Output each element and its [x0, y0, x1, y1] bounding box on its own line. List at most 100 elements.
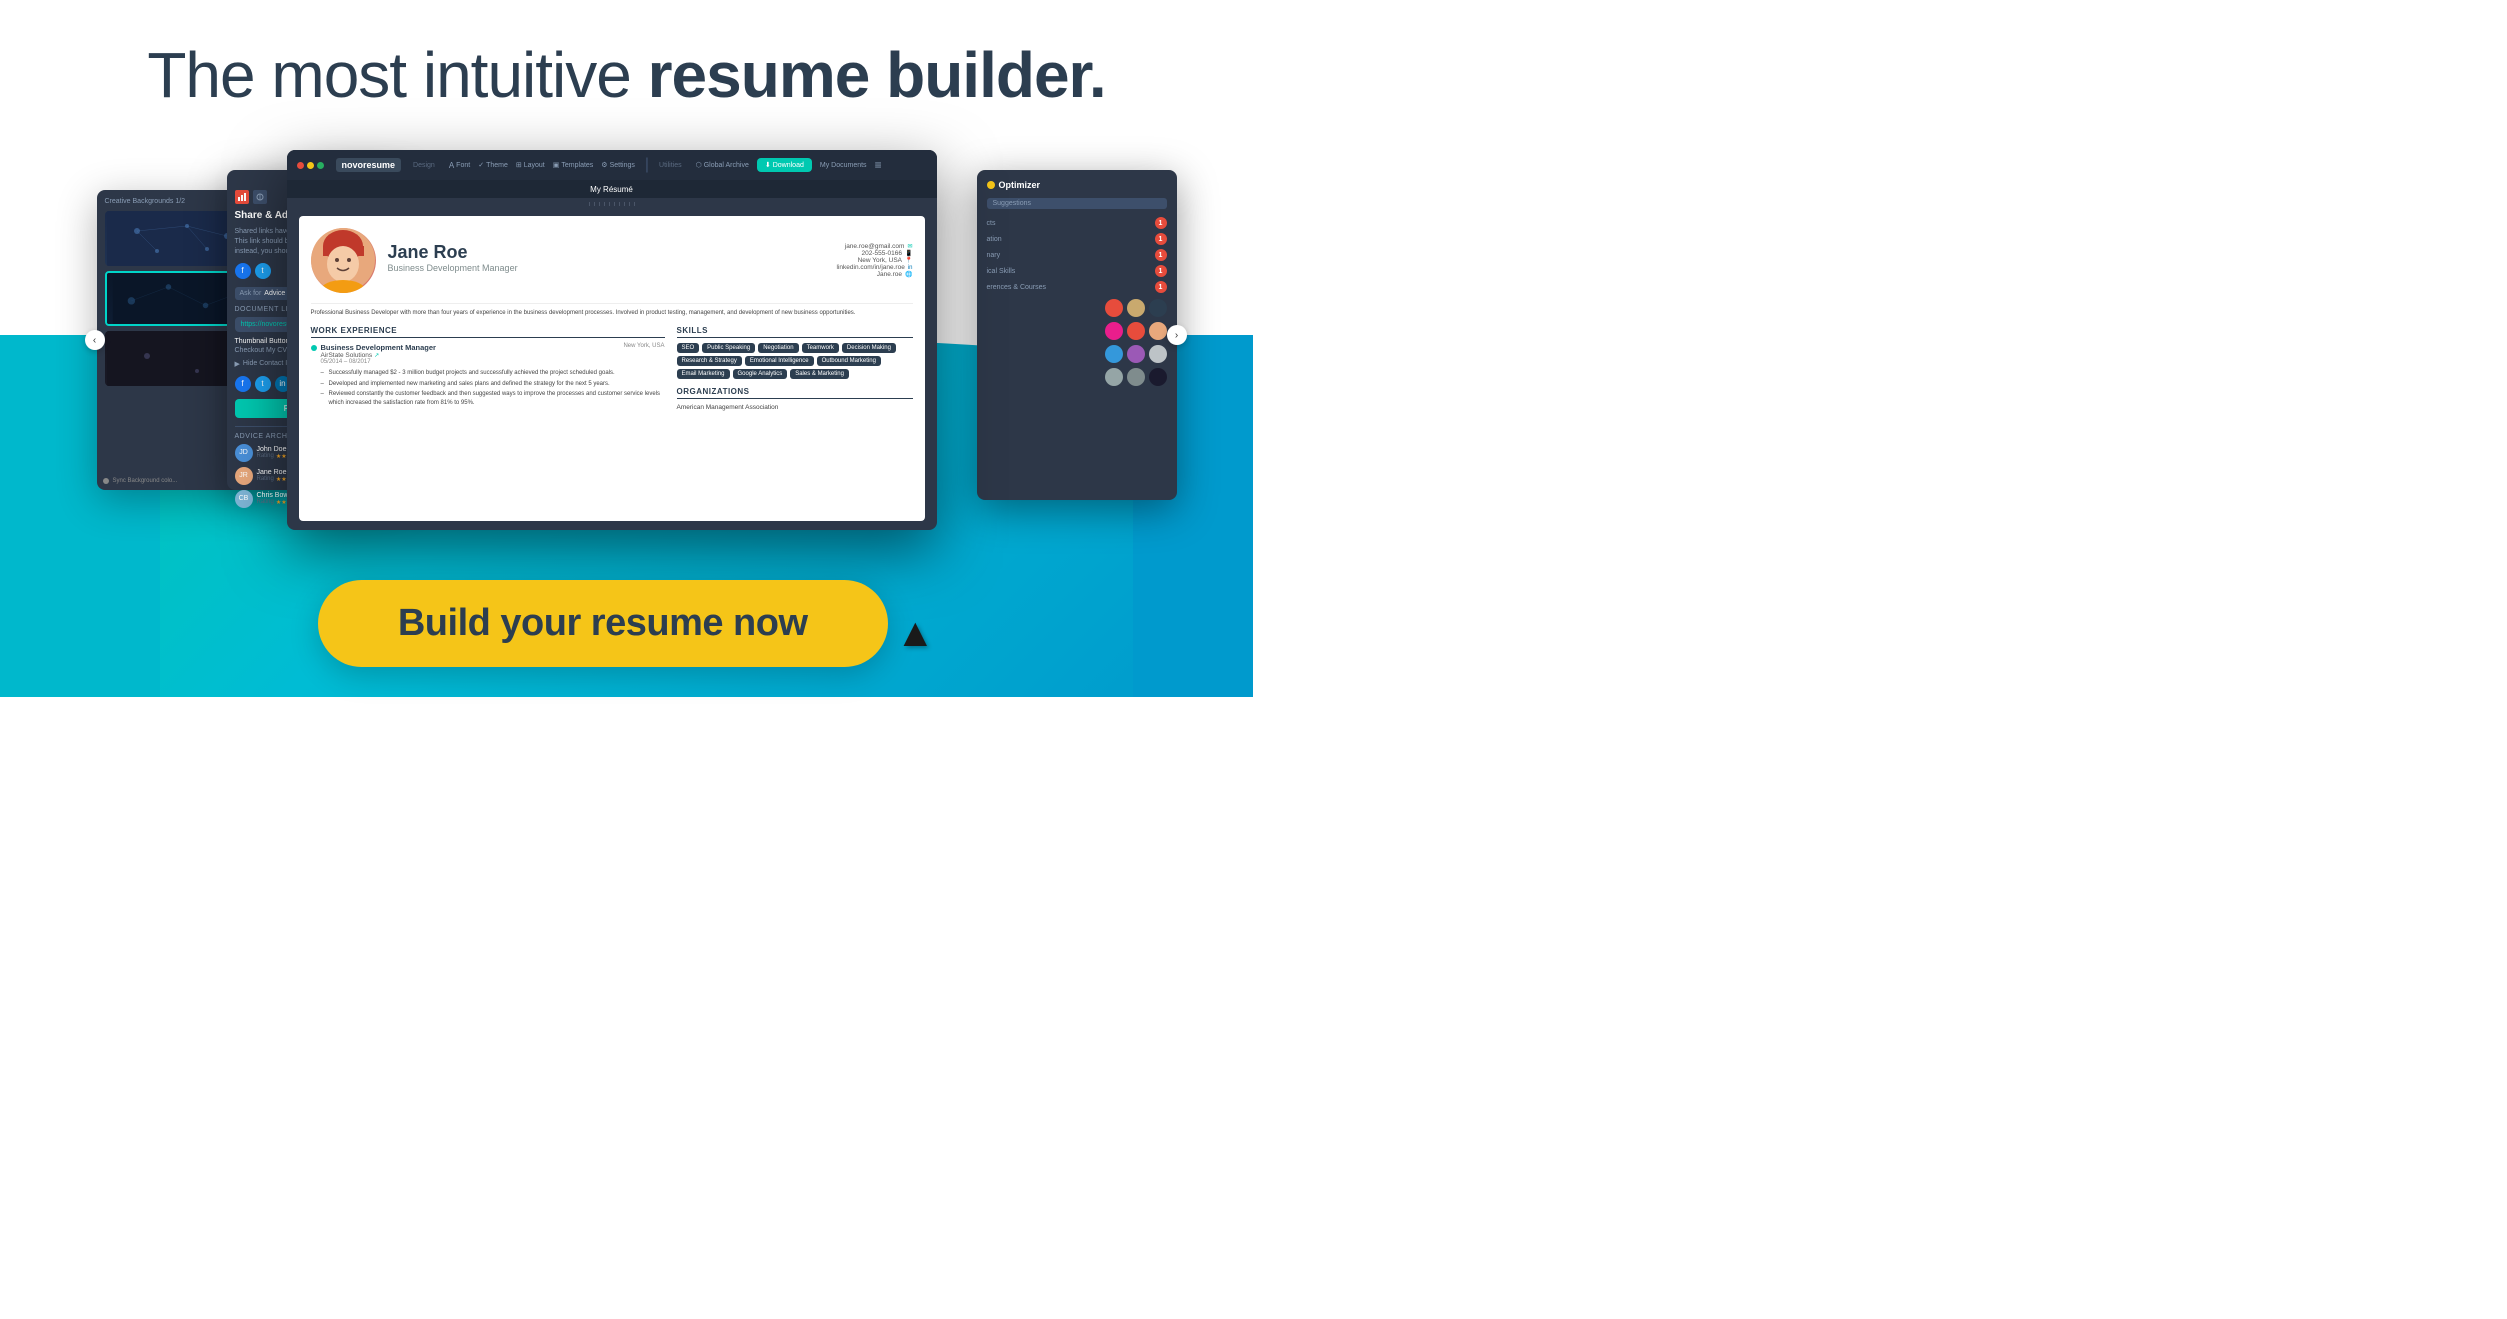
- main-resume-panel: novoresume Design A Font ✓ Theme ⊞ Layou…: [287, 150, 937, 530]
- download-btn[interactable]: ⬇ Download: [757, 158, 812, 172]
- color-dot-black[interactable]: [1149, 368, 1167, 386]
- color-dot-pink[interactable]: [1105, 322, 1123, 340]
- skill-teamwork: Teamwork: [802, 343, 839, 353]
- opt-section-cts: cts 1: [987, 217, 1167, 229]
- window-close-dot[interactable]: [297, 162, 304, 169]
- work-experience-title: WORK EXPERIENCE: [311, 326, 665, 338]
- opt-section-references: erences & Courses 1: [987, 281, 1167, 293]
- advisor-2-avatar: JR: [235, 467, 253, 485]
- resume-linkedin: linkedin.com/in/jane.roe in: [837, 264, 913, 271]
- optimize-icon: [253, 190, 267, 204]
- resume-name: Jane Roe: [388, 242, 825, 263]
- toolbar-design-label: Design: [413, 162, 435, 169]
- facebook-share-icon[interactable]: f: [235, 263, 251, 279]
- resume-avatar: [311, 228, 376, 293]
- toolbar-templates-btn[interactable]: ▣ Templates: [553, 161, 594, 170]
- skills-title: SKILLS: [677, 326, 913, 338]
- advisor-1-avatar: JD: [235, 444, 253, 462]
- toolbar-font-btn[interactable]: A Font: [449, 161, 470, 170]
- job-entry: Business Development Manager AirState So…: [311, 343, 665, 409]
- optimizer-sections: cts 1 ation 1 nary 1 ical Skills 1 erenc…: [987, 217, 1167, 293]
- skill-research-strategy: Research & Strategy: [677, 356, 742, 366]
- skill-negotiation: Negotiation: [758, 343, 798, 353]
- color-palette: [987, 299, 1167, 386]
- optimizer-panel: Optimizer Suggestions cts 1 ation 1 nary…: [977, 170, 1177, 500]
- work-exp-dot: [311, 345, 317, 351]
- my-documents-btn[interactable]: My Documents: [820, 162, 867, 169]
- cta-section: Build your resume now ▲: [318, 530, 935, 697]
- optimizer-title: Optimizer: [987, 180, 1167, 190]
- color-dot-dark-gray[interactable]: [1127, 368, 1145, 386]
- fb-mini-icon: f: [235, 376, 251, 392]
- toolbar-utilities-label: Utilities: [659, 162, 682, 169]
- organizations-title: ORGANIZATIONS: [677, 387, 913, 399]
- resume-location: New York, USA 📍: [837, 257, 913, 264]
- resume-name-block: Jane Roe Business Development Manager: [388, 242, 825, 279]
- resume-email: jane.roe@gmail.com ✉: [837, 243, 913, 250]
- toolbar-settings-btn[interactable]: ⚙ Settings: [601, 161, 635, 170]
- skill-seo: SEO: [677, 343, 700, 353]
- layout-icon: ⊞: [516, 161, 522, 169]
- color-dot-purple[interactable]: [1127, 345, 1145, 363]
- hamburger-menu-icon[interactable]: ≡: [875, 158, 882, 172]
- skill-outbound-marketing: Outbound Marketing: [817, 356, 881, 366]
- toolbar-theme-btn[interactable]: ✓ Theme: [478, 161, 508, 170]
- color-dot-dark[interactable]: [1149, 299, 1167, 317]
- color-dot-peach[interactable]: [1149, 322, 1167, 340]
- window-minimize-dot[interactable]: [307, 162, 314, 169]
- color-dot-red2[interactable]: [1127, 322, 1145, 340]
- color-row-2: [987, 322, 1167, 340]
- skill-email-marketing: Email Marketing: [677, 369, 730, 379]
- color-dot-blue[interactable]: [1105, 345, 1123, 363]
- sync-label: Sync Background colo...: [113, 478, 178, 484]
- window-maximize-dot[interactable]: [317, 162, 324, 169]
- opt-section-cts-dot: 1: [1155, 217, 1167, 229]
- toolbar-global-archive-btn[interactable]: ⬡ Global Archive: [696, 161, 749, 169]
- opt-section-references-dot: 1: [1155, 281, 1167, 293]
- headline-part1: The most intuitive: [147, 39, 647, 111]
- job-company: AirState Solutions ↗: [321, 352, 436, 359]
- color-dot-tan[interactable]: [1127, 299, 1145, 317]
- opt-section-ical-name: ical Skills: [987, 268, 1016, 275]
- theme-icon: ✓: [478, 161, 484, 169]
- chart-icon: [235, 190, 249, 204]
- toolbar-layout-btn[interactable]: ⊞ Layout: [516, 161, 545, 170]
- color-row-4: [987, 368, 1167, 386]
- color-dot-red[interactable]: [1105, 299, 1123, 317]
- opt-section-nary: nary 1: [987, 249, 1167, 261]
- opt-section-cts-name: cts: [987, 220, 996, 227]
- opt-section-nary-name: nary: [987, 252, 1001, 259]
- toolbar-logo: novoresume: [336, 158, 402, 172]
- color-row-1: [987, 299, 1167, 317]
- font-icon: A: [449, 161, 454, 170]
- opt-section-ation-name: ation: [987, 236, 1002, 243]
- skill-decision-making: Decision Making: [842, 343, 896, 353]
- resume-job-title: Business Development Manager: [388, 263, 825, 273]
- resume-body: WORK EXPERIENCE Business Development Man…: [311, 326, 913, 509]
- yellow-dot-icon: [987, 181, 995, 189]
- archive-icon: ⬡: [696, 161, 702, 169]
- job-dates: 05/2014 – 08/2017: [321, 359, 436, 365]
- job-bullet-3: Reviewed constantly the customer feedbac…: [321, 390, 665, 407]
- cursor-icon: ▲: [896, 611, 936, 656]
- color-row-3: [987, 345, 1167, 363]
- opt-section-references-name: erences & Courses: [987, 284, 1047, 291]
- tw-mini-icon: t: [255, 376, 271, 392]
- skill-sales-marketing: Sales & Marketing: [790, 369, 849, 379]
- optimizer-panel-next-arrow[interactable]: ›: [1167, 325, 1187, 345]
- templates-icon: ▣: [553, 161, 560, 169]
- resume-document: Jane Roe Business Development Manager ja…: [299, 216, 925, 521]
- color-dot-gray[interactable]: [1105, 368, 1123, 386]
- download-icon: ⬇: [765, 161, 771, 169]
- bg-panel-prev-arrow[interactable]: ‹: [85, 330, 105, 350]
- toolbar-utilities-group: ⬡ Global Archive: [696, 161, 749, 169]
- bg-panel-title: Creative Backgrounds 1/2: [105, 198, 186, 205]
- opt-section-ical-dot: 1: [1155, 265, 1167, 277]
- headline-part2: resume builder.: [648, 39, 1106, 111]
- job-title: Business Development Manager: [321, 343, 436, 352]
- twitter-share-icon[interactable]: t: [255, 263, 271, 279]
- color-dot-silver[interactable]: [1149, 345, 1167, 363]
- skill-emotional-intelligence: Emotional Intelligence: [745, 356, 814, 366]
- toolbar-design-group: A Font ✓ Theme ⊞ Layout ▣ Templates: [449, 161, 635, 170]
- cta-button[interactable]: Build your resume now: [318, 580, 888, 667]
